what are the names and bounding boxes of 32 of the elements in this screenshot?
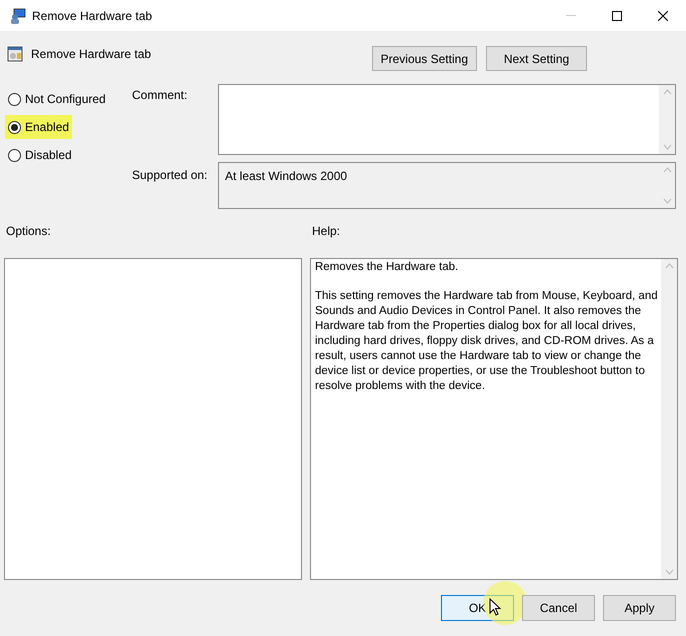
nav-button[interactable]: Previous Setting [372,46,477,71]
dialog-button[interactable]: OK [441,595,514,621]
scroll-down-icon[interactable] [662,144,672,150]
maximize-icon [612,10,622,20]
radio-option[interactable]: Not Configured [5,87,109,111]
scroll-up-icon[interactable] [662,167,672,173]
options-label: Options: [5,223,52,240]
help-label: Help: [311,223,340,240]
radio-option[interactable]: Enabled [5,115,72,139]
help-text: This setting removes the Hardware tab from Mouse, Keyboard, and Sounds and Audio Devices in Control Panel. It also removes the Hardware tab from the Properties dialog box for all local drives, including hard drives, floppy disk drives, and CD-ROM drives. As a result, users cannot use the Hardware tab to view or change the device list or device properties, or use the Troubleshoot button to resolve problems with the device. [315,289,659,394]
comment-label: Comment: [131,87,188,104]
supported-on-value: At least Windows 2000 [224,168,348,185]
radio-icon[interactable] [8,148,21,162]
supported-on-label: Supported on: [131,167,208,184]
dialog-button[interactable]: Cancel [522,595,595,621]
radio-option[interactable]: Disabled [5,143,75,167]
policy-icon [7,46,23,62]
nav-button[interactable]: Next Setting [486,46,587,71]
mouse-pointer-icon [489,598,501,617]
comment-field[interactable] [218,84,676,155]
scroll-down-icon[interactable] [662,198,672,204]
scroll-up-icon[interactable] [664,263,674,269]
help-text: Removes the Hardware tab. [315,260,460,275]
dialog-button[interactable]: Apply [603,595,676,621]
radio-icon[interactable] [8,92,21,106]
scroll-down-icon[interactable] [664,569,674,575]
minimize-icon [566,14,576,16]
computer-user-icon [10,8,26,24]
scroll-up-icon[interactable] [662,89,672,95]
setting-name: Remove Hardware tab [31,46,152,63]
close-icon [658,10,668,20]
window-title: Remove Hardware tab [32,8,152,24]
